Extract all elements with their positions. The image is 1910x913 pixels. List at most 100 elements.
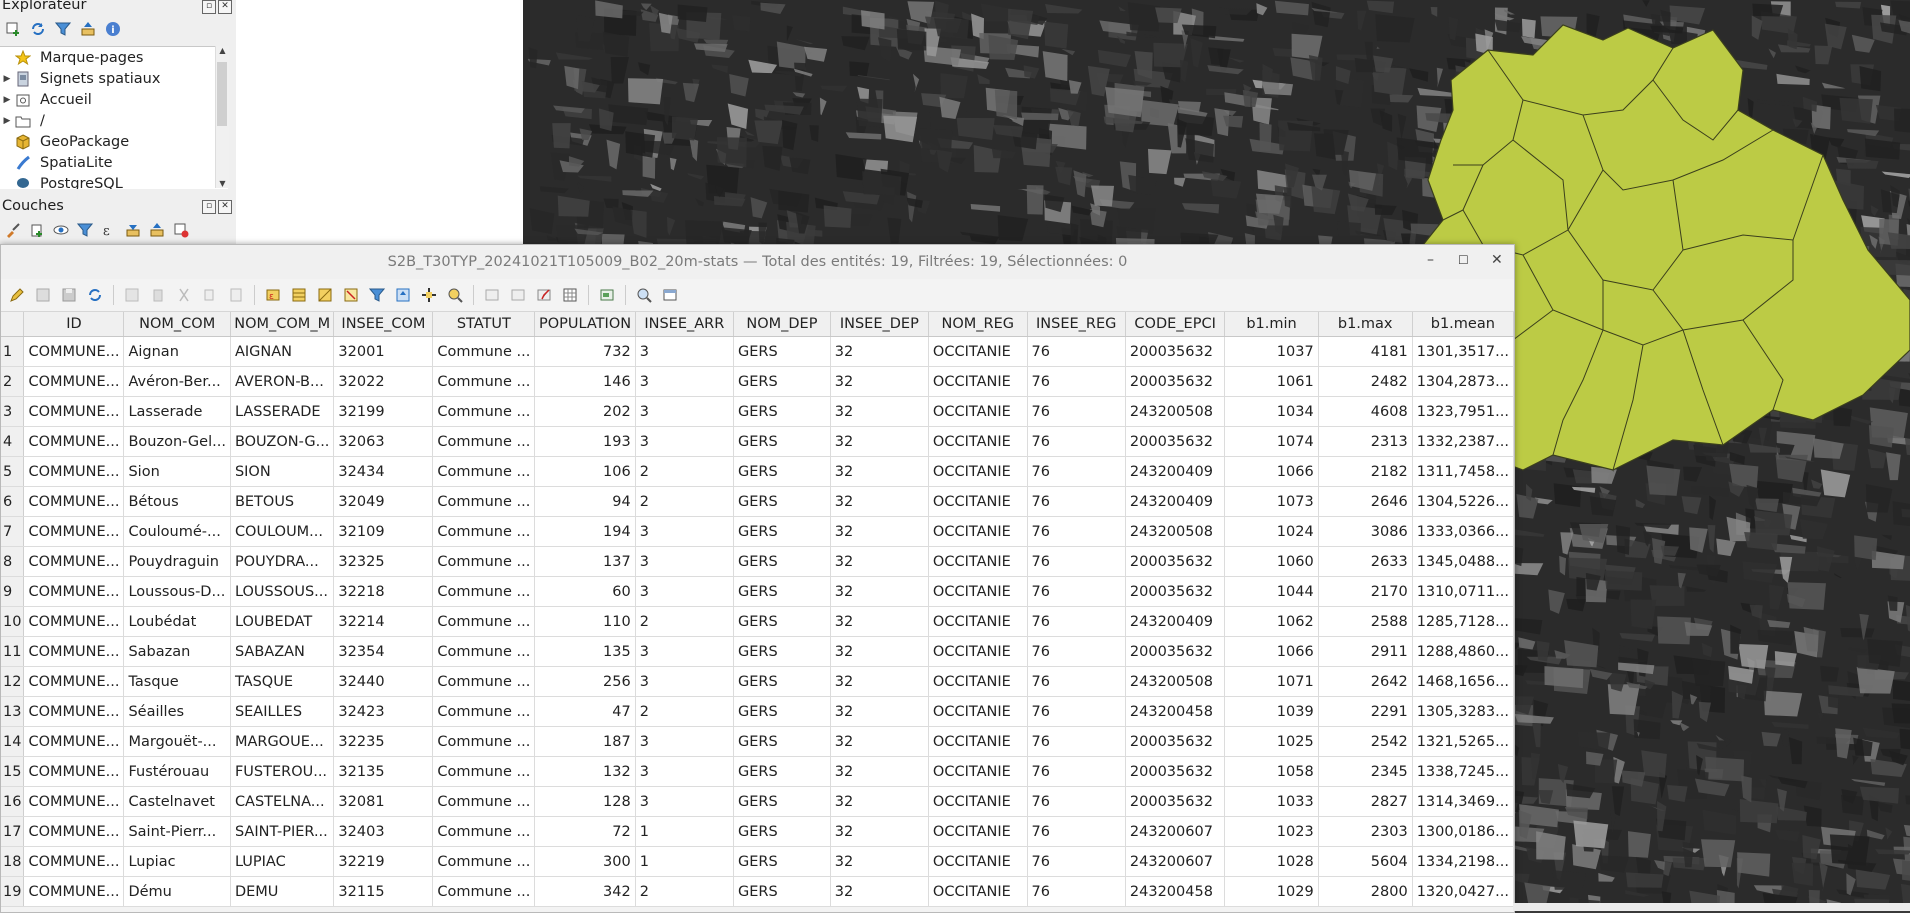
- table-cell[interactable]: GERS: [734, 427, 831, 457]
- table-cell[interactable]: 32199: [334, 397, 433, 427]
- table-cell[interactable]: 256: [535, 667, 635, 697]
- table-cell[interactable]: 76: [1027, 877, 1125, 907]
- column-header-nom-com[interactable]: NOM_COM: [124, 312, 230, 337]
- table-cell[interactable]: 2: [635, 877, 733, 907]
- table-cell[interactable]: GERS: [734, 757, 831, 787]
- table-cell[interactable]: 132: [535, 757, 635, 787]
- table-cell[interactable]: 2911: [1318, 637, 1412, 667]
- table-cell[interactable]: Bétous: [124, 487, 230, 517]
- table-cell[interactable]: 1061: [1225, 367, 1318, 397]
- table-cell[interactable]: Dému: [124, 877, 230, 907]
- row-number[interactable]: 16: [1, 787, 24, 817]
- table-cell[interactable]: 200035632: [1125, 367, 1224, 397]
- save-edits-icon[interactable]: [59, 285, 79, 305]
- table-cell[interactable]: Sion: [124, 457, 230, 487]
- table-cell[interactable]: 1044: [1225, 577, 1318, 607]
- table-cell[interactable]: 1333,0366...: [1412, 517, 1513, 547]
- row-number[interactable]: 10: [1, 607, 24, 637]
- expression-filter-icon[interactable]: ε: [100, 221, 118, 239]
- refresh-icon[interactable]: [29, 20, 47, 38]
- delete-field-icon[interactable]: [508, 285, 528, 305]
- table-cell[interactable]: 3: [635, 577, 733, 607]
- table-cell[interactable]: OCCITANIE: [928, 487, 1027, 517]
- table-cell[interactable]: 76: [1027, 637, 1125, 667]
- row-number[interactable]: 11: [1, 637, 24, 667]
- table-cell[interactable]: 76: [1027, 577, 1125, 607]
- table-cell[interactable]: 1345,0488...: [1412, 547, 1513, 577]
- close-icon[interactable]: ✕: [1491, 252, 1503, 268]
- table-cell[interactable]: 2646: [1318, 487, 1412, 517]
- table-cell[interactable]: LOUBEDAT: [230, 607, 333, 637]
- row-number[interactable]: 15: [1, 757, 24, 787]
- table-cell[interactable]: AIGNAN: [230, 337, 333, 367]
- table-cell[interactable]: 32: [830, 337, 928, 367]
- pan-to-selection-icon[interactable]: [419, 285, 439, 305]
- row-number[interactable]: 12: [1, 667, 24, 697]
- table-cell[interactable]: POUYDRA...: [230, 547, 333, 577]
- table-cell[interactable]: GERS: [734, 847, 831, 877]
- window-titlebar[interactable]: S2B_T30TYP_20241021T105009_B02_20m-stats…: [1, 245, 1514, 279]
- table-cell[interactable]: 2291: [1318, 697, 1412, 727]
- table-cell[interactable]: Commune ...: [433, 757, 535, 787]
- table-cell[interactable]: 110: [535, 607, 635, 637]
- table-row[interactable]: 12COMMUNE...TasqueTASQUE32440Commune ...…: [1, 667, 1514, 697]
- row-number[interactable]: 8: [1, 547, 24, 577]
- table-cell[interactable]: 2542: [1318, 727, 1412, 757]
- table-cell[interactable]: GERS: [734, 397, 831, 427]
- table-cell[interactable]: 1066: [1225, 457, 1318, 487]
- row-number[interactable]: 17: [1, 817, 24, 847]
- scroll-up-arrow-icon[interactable]: ▲: [216, 46, 229, 55]
- table-cell[interactable]: GERS: [734, 787, 831, 817]
- table-cell[interactable]: 2313: [1318, 427, 1412, 457]
- minimize-icon[interactable]: –: [1427, 252, 1434, 268]
- expand-arrow-icon[interactable]: ▶: [0, 116, 14, 126]
- table-cell[interactable]: AVERON-B...: [230, 367, 333, 397]
- table-row[interactable]: 6COMMUNE...BétousBETOUS32049Commune ...9…: [1, 487, 1514, 517]
- browser-tree[interactable]: Marque-pages ▶ Signets spatiaux ▶ Accuei…: [0, 46, 228, 189]
- table-cell[interactable]: COMMUNE...: [24, 817, 124, 847]
- tree-item-spatialite[interactable]: SpatiaLite: [0, 152, 228, 173]
- table-row[interactable]: 5COMMUNE...SionSION32434Commune ...1062G…: [1, 457, 1514, 487]
- table-cell[interactable]: OCCITANIE: [928, 547, 1027, 577]
- table-cell[interactable]: 187: [535, 727, 635, 757]
- table-cell[interactable]: Couloumé-...: [124, 517, 230, 547]
- table-cell[interactable]: GERS: [734, 637, 831, 667]
- table-cell[interactable]: Castelnavet: [124, 787, 230, 817]
- table-cell[interactable]: 1029: [1225, 877, 1318, 907]
- table-cell[interactable]: COMMUNE...: [24, 847, 124, 877]
- table-cell[interactable]: 3: [635, 757, 733, 787]
- table-cell[interactable]: 1314,3469...: [1412, 787, 1513, 817]
- table-cell[interactable]: 32: [830, 667, 928, 697]
- table-cell[interactable]: COMMUNE...: [24, 787, 124, 817]
- select-by-expression-icon[interactable]: ε: [263, 285, 283, 305]
- table-cell[interactable]: CASTELNA...: [230, 787, 333, 817]
- table-cell[interactable]: 1304,5226...: [1412, 487, 1513, 517]
- table-cell[interactable]: 2827: [1318, 787, 1412, 817]
- table-cell[interactable]: COMMUNE...: [24, 757, 124, 787]
- new-field-icon[interactable]: [482, 285, 502, 305]
- table-cell[interactable]: 1058: [1225, 757, 1318, 787]
- column-header-code-epci[interactable]: CODE_EPCI: [1125, 312, 1224, 337]
- row-number[interactable]: 6: [1, 487, 24, 517]
- table-cell[interactable]: 128: [535, 787, 635, 817]
- table-row[interactable]: 11COMMUNE...SabazanSABAZAN32354Commune .…: [1, 637, 1514, 667]
- maximize-icon[interactable]: ☐: [1458, 253, 1469, 267]
- table-cell[interactable]: COMMUNE...: [24, 367, 124, 397]
- float-dock-button[interactable]: ▫: [202, 0, 216, 14]
- delete-feature-icon[interactable]: [148, 285, 168, 305]
- table-cell[interactable]: 1034: [1225, 397, 1318, 427]
- table-cell[interactable]: 1060: [1225, 547, 1318, 577]
- row-number[interactable]: 14: [1, 727, 24, 757]
- row-number[interactable]: 7: [1, 517, 24, 547]
- table-cell[interactable]: 1024: [1225, 517, 1318, 547]
- table-cell[interactable]: OCCITANIE: [928, 787, 1027, 817]
- table-cell[interactable]: OCCITANIE: [928, 637, 1027, 667]
- zoom-map-to-rows-icon[interactable]: [634, 285, 654, 305]
- table-cell[interactable]: SAINT-PIER...: [230, 817, 333, 847]
- column-header-b1-mean[interactable]: b1.mean: [1412, 312, 1513, 337]
- table-cell[interactable]: 243200508: [1125, 397, 1224, 427]
- table-cell[interactable]: GERS: [734, 817, 831, 847]
- table-cell[interactable]: 2633: [1318, 547, 1412, 577]
- table-cell[interactable]: 2345: [1318, 757, 1412, 787]
- table-cell[interactable]: 2182: [1318, 457, 1412, 487]
